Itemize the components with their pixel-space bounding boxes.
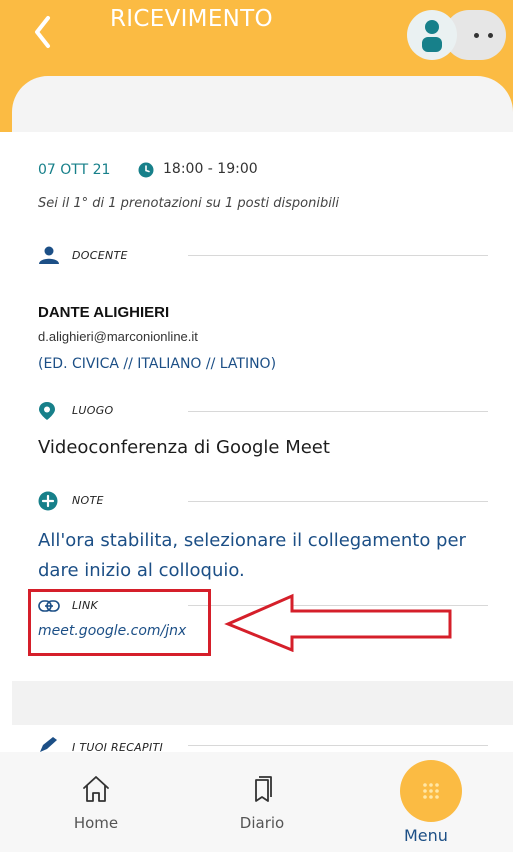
section-label-luogo: LUOGO — [72, 404, 114, 417]
booking-info: Sei il 1° di 1 prenotazioni su 1 posti d… — [38, 196, 340, 211]
nav-diario-label: Diario — [239, 814, 285, 832]
appointment-details: 07 OTT 21 18:00 - 19:00 Sei il 1° di 1 p… — [0, 132, 513, 754]
user-avatar[interactable] — [407, 10, 457, 60]
teacher-email[interactable]: d.alighieri@marconionline.it — [38, 329, 198, 344]
nav-home[interactable]: Home — [66, 774, 126, 832]
bookmarks-icon — [255, 776, 272, 802]
note-value: All'ora stabilita, selezionare il colleg… — [38, 530, 466, 581]
location-pin-icon — [38, 401, 56, 425]
location-value: Videoconferenza di Google Meet — [38, 437, 330, 458]
more-dots-icon — [474, 33, 479, 38]
back-button[interactable] — [30, 10, 66, 54]
clock-icon — [138, 162, 154, 182]
grid-dots-icon — [423, 783, 439, 799]
header-curve — [12, 76, 513, 136]
bottom-navigation: Home Diario Menu — [0, 752, 513, 852]
page-title: RICEVIMENTO — [110, 6, 273, 32]
divider — [188, 745, 488, 746]
plus-circle-icon — [38, 491, 58, 515]
section-label-note: NOTE — [72, 494, 104, 507]
section-separator — [12, 681, 513, 725]
more-dots-icon-dot — [488, 33, 493, 38]
home-icon — [83, 776, 109, 802]
nav-diario[interactable]: Diario — [232, 774, 292, 832]
divider — [188, 411, 488, 412]
divider — [188, 255, 488, 256]
chevron-left-icon — [35, 16, 50, 48]
highlight-box — [28, 589, 211, 656]
appointment-time: 18:00 - 19:00 — [163, 161, 258, 177]
nav-menu-label[interactable]: Menu — [404, 826, 448, 845]
highlight-arrow-icon — [224, 593, 452, 652]
section-label-docente: DOCENTE — [72, 249, 128, 262]
app-header: RICEVIMENTO — [0, 0, 513, 136]
person-icon — [38, 246, 60, 268]
nav-home-label: Home — [73, 814, 119, 832]
nav-menu[interactable] — [400, 760, 462, 822]
divider — [188, 501, 488, 502]
user-avatar-icon — [422, 20, 442, 52]
teacher-subjects: (ED. CIVICA // ITALIANO // LATINO) — [38, 356, 277, 372]
appointment-date: 07 OTT 21 — [38, 162, 111, 178]
teacher-name: DANTE ALIGHIERI — [38, 304, 170, 321]
